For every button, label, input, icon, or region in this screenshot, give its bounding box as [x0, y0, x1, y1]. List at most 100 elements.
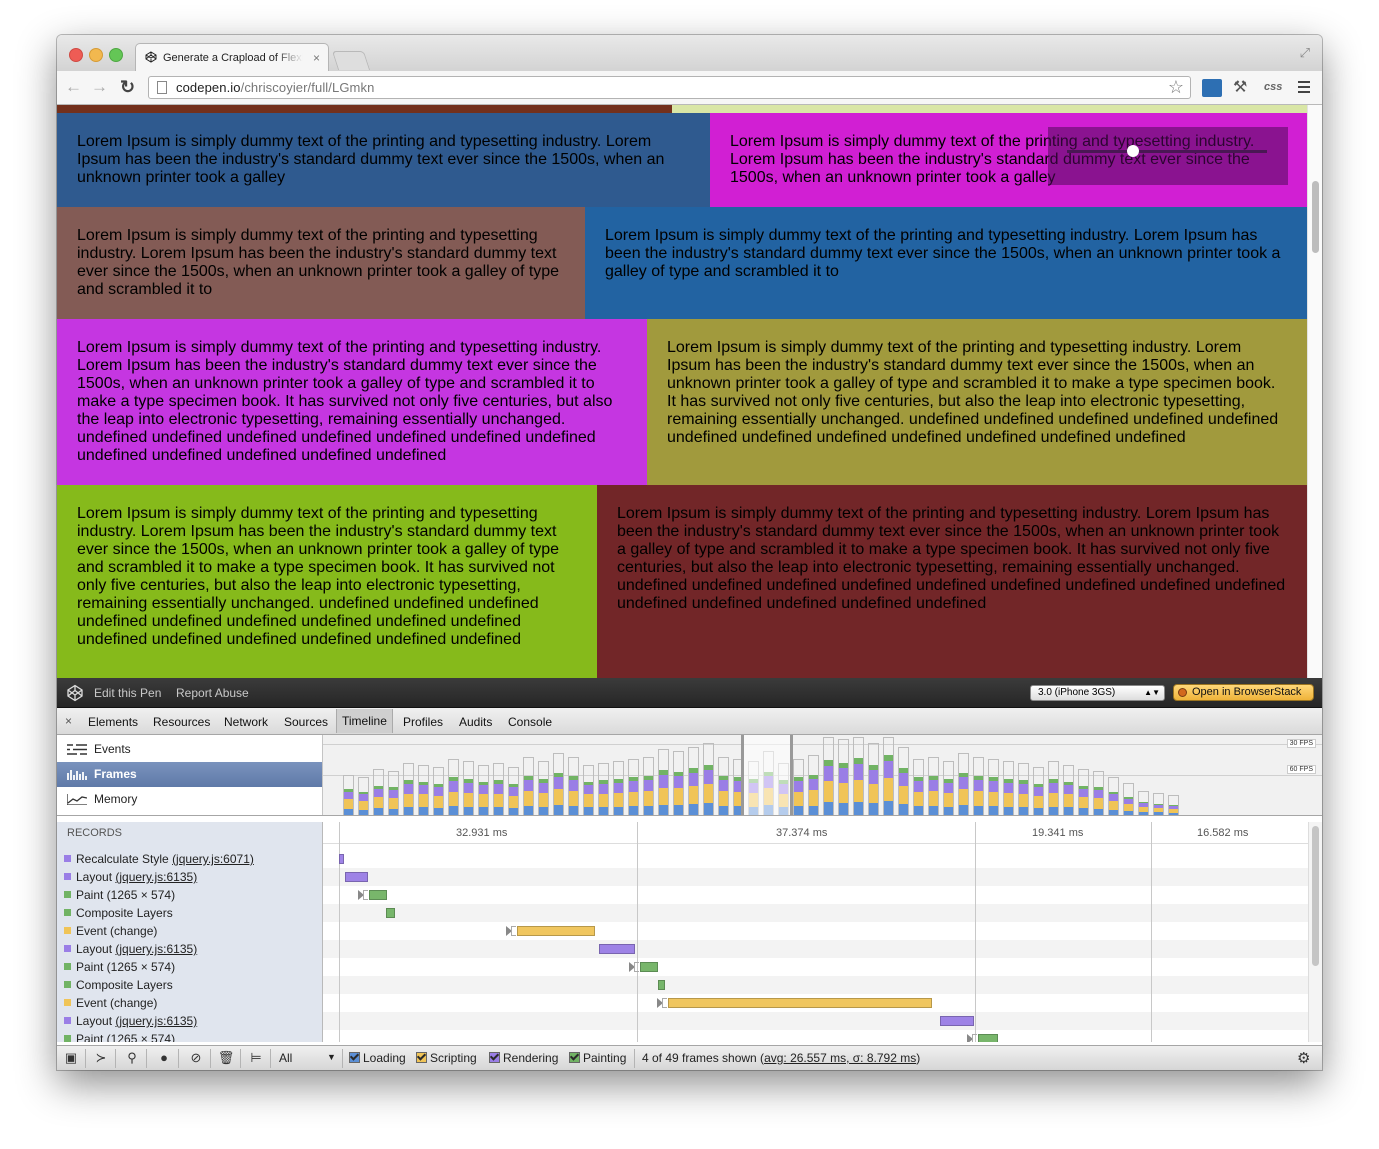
record-name: Composite Layers [76, 978, 173, 992]
records-scrollbar[interactable] [1308, 822, 1322, 1042]
frame-segment-painting [389, 787, 398, 790]
url-host: codepen.io [176, 80, 241, 95]
browserstack-button[interactable]: Open in BrowserStack [1173, 684, 1314, 701]
overview-events[interactable]: Events [57, 737, 322, 762]
record-row[interactable]: Paint (1265 × 574) [57, 886, 322, 904]
browser-tab[interactable]: Generate a Crapload of Flexbox Items × [135, 43, 329, 71]
record-source-link[interactable]: (jquery.js:6071) [172, 852, 254, 866]
frame-segment-rendering [1094, 790, 1103, 798]
overview-frames[interactable]: Frames [57, 762, 322, 787]
tab-sources[interactable]: Sources [284, 715, 328, 729]
frame-selection-window[interactable] [741, 735, 793, 815]
frame-segment-loading [1139, 812, 1148, 815]
tab-resources[interactable]: Resources [153, 715, 210, 729]
record-row[interactable]: Event (change) [57, 922, 322, 940]
edit-pen-link[interactable]: Edit this Pen [94, 686, 161, 700]
frame-segment-rendering [944, 783, 953, 793]
dock-icon[interactable]: ▣ [62, 1049, 80, 1067]
search-icon[interactable]: ⚲ [123, 1049, 141, 1067]
record-row[interactable]: Event (change) [57, 994, 322, 1012]
device-select[interactable]: 3.0 (iPhone 3GS) ▲▼ [1030, 685, 1165, 701]
browser-toolbar: ← → ↻ codepen.io/chriscoyier/full/LGmkn … [57, 71, 1322, 105]
trash-icon[interactable]: 🗑 [217, 1049, 235, 1067]
settings-gear-icon[interactable]: ⚙ [1297, 1049, 1310, 1067]
frame-segment-scripting [929, 791, 938, 806]
fullscreen-icon[interactable]: ⤢ [1300, 45, 1310, 61]
record-icon[interactable]: ● [155, 1049, 173, 1067]
rendering-checkbox[interactable]: Rendering [489, 1051, 558, 1065]
records-scrollbar-thumb[interactable] [1312, 826, 1319, 966]
glue-events-icon[interactable]: ⊨ [247, 1049, 265, 1067]
record-row[interactable]: Paint (1265 × 574) [57, 958, 322, 976]
url-text[interactable]: codepen.io/chriscoyier/full/LGmkn [176, 80, 374, 95]
forward-arrow-icon[interactable]: → [91, 77, 108, 97]
events-icon [67, 744, 87, 755]
report-abuse-link[interactable]: Report Abuse [176, 686, 249, 700]
devtools-close-icon[interactable]: × [65, 714, 72, 728]
device-select-value: 3.0 (iPhone 3GS) [1038, 687, 1116, 698]
codepen-logo-icon[interactable] [66, 684, 84, 702]
wrench-icon[interactable]: ⚒ [1233, 77, 1247, 97]
menu-icon[interactable] [1298, 81, 1310, 96]
records-sidebar: RECORDS Recalculate Style (jquery.js:607… [57, 822, 323, 1042]
frame-segment-scripting [839, 783, 848, 803]
css-extension-icon[interactable]: css [1264, 81, 1282, 93]
overview-memory[interactable]: Memory [57, 787, 322, 812]
record-row[interactable]: Layout (jquery.js:6135) [57, 1012, 322, 1030]
frame-segment-loading [539, 807, 548, 815]
record-row[interactable]: Paint (1265 × 574) [57, 1030, 322, 1042]
record-source-link[interactable]: (jquery.js:6135) [115, 1014, 197, 1028]
painting-checkbox[interactable]: Painting [569, 1051, 626, 1065]
frame-segment-rendering [1034, 787, 1043, 796]
tab-elements[interactable]: Elements [88, 715, 138, 729]
frame-segment-painting [1064, 782, 1073, 785]
record-row[interactable]: Composite Layers [57, 904, 322, 922]
tab-timeline[interactable]: Timeline [336, 709, 393, 733]
record-name: Paint (1265 × 574) [76, 1032, 176, 1042]
record-source-link[interactable]: (jquery.js:6135) [115, 942, 197, 956]
tab-close-icon[interactable]: × [313, 51, 320, 65]
frame-segment-rendering [1079, 789, 1088, 797]
flex-item: Lorem Ipsum is simply dummy text of the … [597, 485, 1307, 678]
console-drawer-icon[interactable]: ≻ [92, 1049, 110, 1067]
page-scrollbar[interactable] [1307, 105, 1322, 678]
overview-events-label: Events [94, 742, 131, 756]
page-scrollbar-thumb[interactable] [1312, 181, 1319, 253]
back-arrow-icon[interactable]: ← [65, 77, 82, 97]
window-close-button[interactable] [69, 48, 83, 62]
slider-handle[interactable] [1127, 145, 1139, 157]
window-zoom-button[interactable] [109, 48, 123, 62]
address-bar[interactable]: codepen.io/chriscoyier/full/LGmkn ☆ [148, 76, 1191, 99]
records-timeline-grid[interactable]: 32.931 ms 37.374 ms 19.341 ms 16.582 ms [323, 822, 1308, 1042]
record-row[interactable]: Layout (jquery.js:6135) [57, 868, 322, 886]
record-bar [940, 1016, 974, 1026]
frame-segment-loading [644, 806, 653, 815]
clear-icon[interactable]: ⊘ [187, 1049, 205, 1067]
stats-link[interactable]: avg: 26.557 ms, σ: 8.792 ms [764, 1051, 916, 1065]
loading-checkbox[interactable]: Loading [349, 1051, 406, 1065]
bookmark-star-icon[interactable]: ☆ [1168, 77, 1184, 98]
filter-caret-icon[interactable]: ▼ [327, 1052, 336, 1062]
screenshot-extension-icon[interactable] [1202, 79, 1222, 97]
window-minimize-button[interactable] [89, 48, 103, 62]
frame-segment-scripting [689, 786, 698, 804]
new-tab-button[interactable] [331, 51, 371, 70]
frame-segment-loading [1109, 810, 1118, 815]
tab-console[interactable]: Console [508, 715, 552, 729]
frame-segment-rendering [554, 777, 563, 789]
tab-profiles[interactable]: Profiles [403, 715, 443, 729]
tab-audits[interactable]: Audits [459, 715, 492, 729]
record-row[interactable]: Composite Layers [57, 976, 322, 994]
frames-chart[interactable]: 30 FPS 60 FPS [323, 735, 1322, 815]
scripting-checkbox[interactable]: Scripting [416, 1051, 477, 1065]
frame-segment-painting [1154, 804, 1163, 805]
slider-track[interactable] [1067, 150, 1267, 153]
reload-icon[interactable]: ↻ [120, 77, 135, 97]
record-row[interactable]: Layout (jquery.js:6135) [57, 940, 322, 958]
record-source-link[interactable]: (jquery.js:6135) [115, 870, 197, 884]
record-filter-select[interactable]: All [279, 1051, 292, 1065]
frame-segment-rendering [974, 780, 983, 791]
frame-segment-painting [929, 776, 938, 780]
record-row[interactable]: Recalculate Style (jquery.js:6071) [57, 850, 322, 868]
tab-network[interactable]: Network [224, 715, 268, 729]
